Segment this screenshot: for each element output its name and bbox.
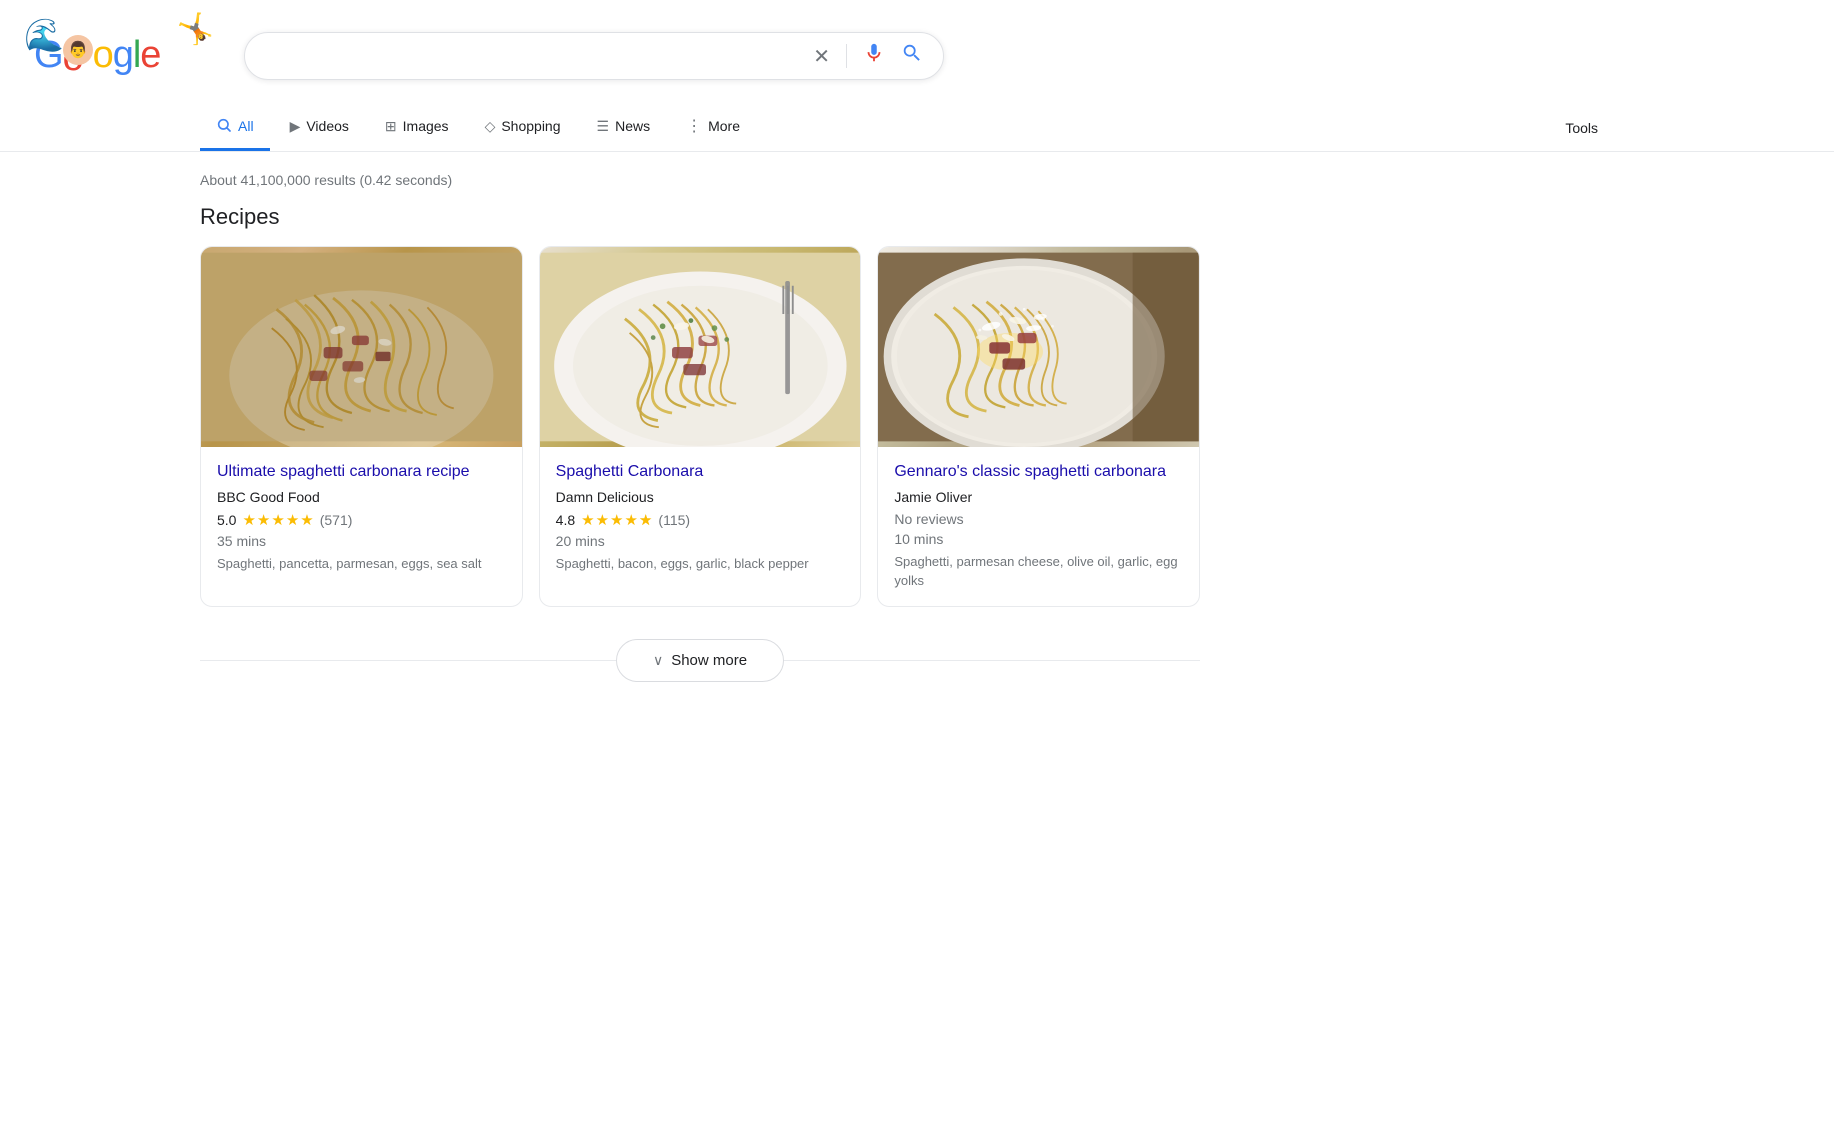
recipe-card-damn-delicious[interactable]: Spaghetti Carbonara Damn Delicious 4.8 ★… <box>539 246 862 607</box>
recipe-source-bbc: BBC Good Food <box>217 489 506 505</box>
doodle-wave-icon: 🌊 <box>24 16 64 54</box>
recipe-image-damn-delicious <box>540 247 861 447</box>
section-heading: Recipes <box>200 204 1200 230</box>
tab-videos[interactable]: ▶ Videos <box>274 106 365 150</box>
results-count: About 41,100,000 results (0.42 seconds) <box>200 152 1200 204</box>
recipe-card-content-damn: Spaghetti Carbonara Damn Delicious 4.8 ★… <box>540 447 861 590</box>
more-dots-icon: ⋮ <box>686 116 702 136</box>
tab-images-label: Images <box>403 118 449 134</box>
star-2: ★ <box>257 511 270 529</box>
stars-damn: ★ ★ ★ ★ ★ ★ <box>581 511 652 529</box>
tab-images[interactable]: ⊞ Images <box>369 106 465 150</box>
search-submit-icon[interactable] <box>897 38 927 74</box>
recipe-cards-container: Ultimate spaghetti carbonara recipe BBC … <box>200 246 1200 607</box>
recipe-rating-bbc: 5.0 ★ ★ ★ ★ ★ (571) <box>217 511 506 529</box>
recipe-title-damn[interactable]: Spaghetti Carbonara <box>556 461 845 483</box>
recipe-ingredients-jamie: Spaghetti, parmesan cheese, olive oil, g… <box>894 553 1183 589</box>
star-4: ★ <box>286 511 299 529</box>
recipe-title-jamie[interactable]: Gennaro's classic spaghetti carbonara <box>894 461 1183 483</box>
tab-news-label: News <box>615 118 650 134</box>
tab-all-label: All <box>238 118 254 134</box>
recipe-title-bbc[interactable]: Ultimate spaghetti carbonara recipe <box>217 461 506 483</box>
star-2: ★ <box>596 511 609 529</box>
star-4: ★ <box>625 511 638 529</box>
recipe-time-damn: 20 mins <box>556 533 845 549</box>
tab-news[interactable]: ☰ News <box>581 106 667 150</box>
star-3: ★ <box>610 511 623 529</box>
tools-button[interactable]: Tools <box>1549 108 1614 148</box>
recipe-time-bbc: 35 mins <box>217 533 506 549</box>
recipe-image-bbc <box>201 247 522 447</box>
recipe-card-content-jamie: Gennaro's classic spaghetti carbonara Ja… <box>878 447 1199 606</box>
chevron-down-icon: ∨ <box>653 652 663 669</box>
tools-label: Tools <box>1565 120 1598 136</box>
recipe-ingredients-damn: Spaghetti, bacon, eggs, garlic, black pe… <box>556 555 845 573</box>
recipe-time-jamie: 10 mins <box>894 531 1183 547</box>
rating-number-bbc: 5.0 <box>217 512 236 528</box>
clear-icon[interactable]: ✕ <box>809 40 834 73</box>
show-more-label: Show more <box>671 652 747 669</box>
star-5-partial: ★ ★ <box>639 511 652 529</box>
recipe-card-content-bbc: Ultimate spaghetti carbonara recipe BBC … <box>201 447 522 590</box>
show-more-button[interactable]: ∨ Show more <box>616 639 784 682</box>
tab-all[interactable]: All <box>200 105 270 151</box>
google-logo[interactable]: 🌊 G o 👨 o g l e 🤸 <box>24 16 224 96</box>
images-icon: ⊞ <box>385 118 397 135</box>
recipe-source-jamie: Jamie Oliver <box>894 489 1183 505</box>
recipe-no-reviews-jamie: No reviews <box>894 511 1183 527</box>
recipe-ingredients-bbc: Spaghetti, pancetta, parmesan, eggs, sea… <box>217 555 506 573</box>
tab-shopping-label: Shopping <box>501 118 560 134</box>
show-more-container: ∨ Show more <box>200 639 1200 682</box>
recipe-card-bbc[interactable]: Ultimate spaghetti carbonara recipe BBC … <box>200 246 523 607</box>
star-1: ★ <box>242 511 255 529</box>
results-area: About 41,100,000 results (0.42 seconds) … <box>0 152 1400 682</box>
tab-videos-label: Videos <box>306 118 349 134</box>
rating-number-damn: 4.8 <box>556 512 575 528</box>
stars-bbc: ★ ★ ★ ★ ★ <box>242 511 313 529</box>
star-3: ★ <box>271 511 284 529</box>
recipe-rating-damn: 4.8 ★ ★ ★ ★ ★ ★ (115) <box>556 511 845 529</box>
tab-more[interactable]: ⋮ More <box>670 104 756 151</box>
tab-more-label: More <box>708 118 740 134</box>
star-1: ★ <box>581 511 594 529</box>
search-container: spaghetti carbonara recipe ✕ <box>244 32 944 80</box>
search-divider <box>846 44 847 68</box>
recipe-reviews-damn: (115) <box>658 512 690 528</box>
news-icon: ☰ <box>597 118 610 135</box>
nav-tabs: All ▶ Videos ⊞ Images ◇ Shopping ☰ News … <box>0 104 1834 152</box>
mic-icon[interactable] <box>859 38 889 74</box>
all-search-icon <box>216 117 232 136</box>
recipe-reviews-bbc: (571) <box>320 512 353 528</box>
search-input[interactable]: spaghetti carbonara recipe <box>261 47 801 65</box>
shopping-icon: ◇ <box>485 118 496 135</box>
doodle-figure-icon: 🤸 <box>177 12 214 47</box>
recipe-card-jamie[interactable]: Gennaro's classic spaghetti carbonara Ja… <box>877 246 1200 607</box>
tab-shopping[interactable]: ◇ Shopping <box>469 106 577 150</box>
header: 🌊 G o 👨 o g l e 🤸 spaghetti carbonara re… <box>0 0 1834 104</box>
video-icon: ▶ <box>290 118 301 135</box>
recipe-image-jamie <box>878 247 1199 447</box>
search-bar: spaghetti carbonara recipe ✕ <box>244 32 944 80</box>
recipe-source-damn: Damn Delicious <box>556 489 845 505</box>
no-reviews-text-jamie: No reviews <box>894 511 963 527</box>
star-5: ★ <box>300 511 313 529</box>
